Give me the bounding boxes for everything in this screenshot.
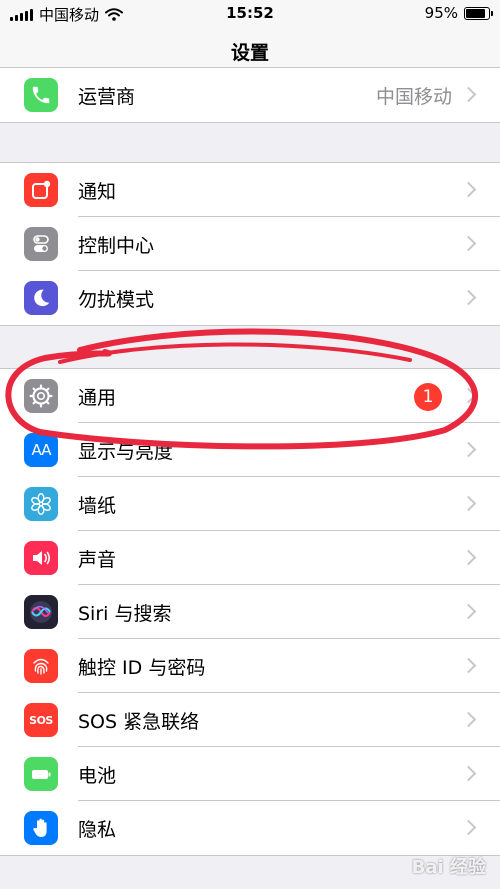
settings-row-label: 控制中心 [78, 235, 155, 257]
settings-group-carrier: 运营商 中国移动 [0, 67, 500, 123]
phone-icon [24, 78, 58, 112]
chevron-right-icon [460, 549, 477, 566]
moon-icon [24, 281, 58, 315]
settings-row-display-brightness[interactable]: AA 显示与亮度 [0, 423, 500, 477]
chevron-right-icon [460, 181, 477, 198]
settings-row-label: 电池 [78, 765, 117, 787]
chevron-right-icon [460, 289, 477, 306]
text-size-icon: AA [24, 433, 58, 467]
hand-icon [24, 811, 58, 845]
settings-row-label: 通用 [78, 387, 117, 409]
fingerprint-icon [24, 649, 58, 683]
notification-icon [24, 173, 58, 207]
settings-group-general: 通用 1 AA 显示与亮度 墙纸 声音 Siri 与搜索 触控 ID 与密码 S… [0, 368, 500, 856]
chevron-right-icon [460, 441, 477, 458]
settings-group-notifications: 通知 控制中心 勿扰模式 [0, 162, 500, 326]
chevron-right-icon [460, 765, 477, 782]
chevron-right-icon [460, 819, 477, 836]
text-size-glyph: AA [31, 441, 52, 459]
settings-row-control-center[interactable]: 控制中心 [0, 217, 500, 271]
chevron-right-icon [460, 235, 477, 252]
settings-row-label: 墙纸 [78, 495, 117, 517]
sos-icon: SOS [24, 703, 58, 737]
settings-row-label: Siri 与搜索 [78, 603, 172, 625]
settings-row-label: 声音 [78, 549, 117, 571]
flower-icon [24, 487, 58, 521]
gear-icon [24, 379, 58, 413]
chevron-right-icon [460, 495, 477, 512]
settings-row-label: 运营商 [78, 86, 136, 108]
settings-row-touch-id-passcode[interactable]: 触控 ID 与密码 [0, 639, 500, 693]
settings-row-battery[interactable]: 电池 [0, 747, 500, 801]
settings-row-label: 勿扰模式 [78, 289, 155, 311]
settings-row-label: 隐私 [78, 819, 117, 841]
battery-icon [24, 757, 58, 791]
chevron-right-icon [460, 603, 477, 620]
settings-row-label: 通知 [78, 181, 117, 203]
watermark: Bai 经验 [411, 857, 486, 878]
settings-row-label: 显示与亮度 [78, 441, 174, 463]
notification-badge: 1 [414, 383, 442, 411]
settings-row-notifications[interactable]: 通知 [0, 163, 500, 217]
settings-row-do-not-disturb[interactable]: 勿扰模式 [0, 271, 500, 325]
carrier-value: 中国移动 [375, 86, 452, 108]
siri-icon [24, 595, 58, 629]
status-bar: 中国移动 15:52 95% [0, 0, 500, 28]
status-right: 95% [424, 4, 493, 22]
sos-glyph: SOS [29, 713, 53, 727]
settings-row-sounds[interactable]: 声音 [0, 531, 500, 585]
settings-row-general[interactable]: 通用 1 [0, 369, 500, 423]
settings-row-siri-search[interactable]: Siri 与搜索 [0, 585, 500, 639]
settings-row-label: SOS 紧急联络 [78, 711, 200, 733]
toggle-icon [24, 227, 58, 261]
settings-row-privacy[interactable]: 隐私 [0, 801, 500, 855]
chevron-right-icon [460, 657, 477, 674]
chevron-right-icon [460, 387, 477, 404]
battery-status-icon [464, 6, 493, 20]
settings-row-wallpaper[interactable]: 墙纸 [0, 477, 500, 531]
chevron-right-icon [460, 711, 477, 728]
settings-row-emergency-sos[interactable]: SOS SOS 紧急联络 [0, 693, 500, 747]
page-title: 设置 [230, 42, 269, 64]
battery-percent: 95% [424, 4, 458, 22]
settings-row-label: 触控 ID 与密码 [78, 657, 206, 679]
speaker-icon [24, 541, 58, 575]
settings-row-carrier[interactable]: 运营商 中国移动 [0, 68, 500, 122]
chevron-right-icon [460, 86, 477, 103]
